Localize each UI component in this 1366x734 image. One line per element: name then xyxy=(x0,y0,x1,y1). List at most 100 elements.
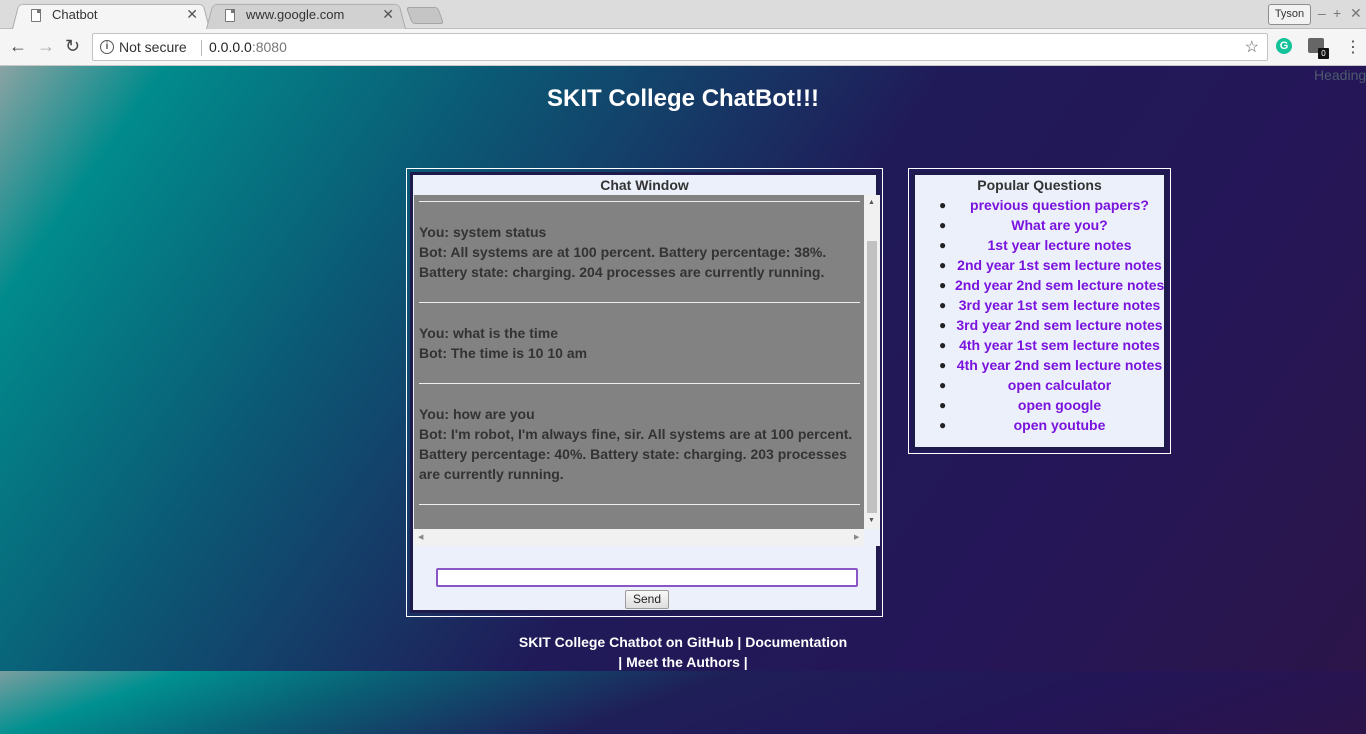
message-pair: You: what is the time Bot: The time is 1… xyxy=(414,303,864,383)
question-link[interactable]: 3rd year 1st sem lecture notes xyxy=(955,295,1164,315)
question-link[interactable]: previous question papers? xyxy=(955,195,1164,215)
question-link[interactable]: 1st year lecture notes xyxy=(955,235,1164,255)
scroll-right-icon[interactable]: ▶ xyxy=(854,533,859,541)
popular-question-item: ● 3rd year 2nd sem lecture notes xyxy=(915,315,1164,335)
bullet-icon: ● xyxy=(939,398,947,412)
horizontal-scrollbar[interactable]: ◀ ▶ xyxy=(414,529,864,546)
scroll-left-icon[interactable]: ◀ xyxy=(418,533,423,541)
popular-question-item: ● open calculator xyxy=(915,375,1164,395)
chat-window: Chat Window You: system status Bot: All … xyxy=(406,168,883,617)
close-tab-icon[interactable]: ✕ xyxy=(186,6,198,23)
page-icon xyxy=(31,9,41,22)
bot-message: Bot: The time is 10 10 am xyxy=(419,345,588,361)
popular-questions-title: Popular Questions xyxy=(977,177,1102,193)
bullet-icon: ● xyxy=(939,378,947,392)
page-lower-band xyxy=(0,671,1366,734)
vertical-scrollbar[interactable]: ▲ ▼ xyxy=(864,195,880,529)
close-window-icon[interactable]: ✕ xyxy=(1350,5,1362,22)
bot-message: Bot: All systems are at 100 percent. Bat… xyxy=(419,244,827,280)
bullet-icon: ● xyxy=(939,278,947,292)
bullet-icon: ● xyxy=(939,338,947,352)
scroll-down-icon[interactable]: ▼ xyxy=(868,517,875,524)
chat-window-inner: Chat Window You: system status Bot: All … xyxy=(410,172,880,613)
tab-title: Chatbot xyxy=(52,7,98,22)
chat-input[interactable] xyxy=(436,568,858,587)
popular-question-item: ● open youtube xyxy=(915,415,1164,435)
tab-strip: Chatbot ✕ www.google.com ✕ Tyson – + ✕ xyxy=(0,0,1366,30)
bullet-icon: ● xyxy=(939,218,947,232)
footer-separator: | xyxy=(739,654,748,670)
back-arrow-icon[interactable]: ← xyxy=(9,35,27,57)
popular-question-item: ● What are you? xyxy=(915,215,1164,235)
question-link[interactable]: 4th year 1st sem lecture notes xyxy=(955,335,1164,355)
send-button[interactable]: Send xyxy=(625,590,669,609)
forward-arrow-icon[interactable]: → xyxy=(37,35,55,57)
reload-icon[interactable]: ↻ xyxy=(65,35,80,57)
url-port: :8080 xyxy=(251,39,287,55)
popular-question-item: ● 4th year 2nd sem lecture notes xyxy=(915,355,1164,375)
info-icon[interactable]: i xyxy=(100,40,114,54)
divider xyxy=(201,40,202,56)
documentation-link[interactable]: Documentation xyxy=(745,634,847,650)
footer-separator: | xyxy=(618,654,627,670)
popular-question-item: ● 1st year lecture notes xyxy=(915,235,1164,255)
chat-window-title: Chat Window xyxy=(600,177,689,193)
popular-question-item: ● 4th year 1st sem lecture notes xyxy=(915,335,1164,355)
message-pair: You: how are you Bot: I'm robot, I'm alw… xyxy=(414,384,864,504)
bot-message: Bot: I'm robot, I'm always fine, sir. Al… xyxy=(419,426,853,482)
chat-log-view: You: system status Bot: All systems are … xyxy=(414,195,864,529)
menu-dots-icon[interactable]: ⋮ xyxy=(1345,37,1361,57)
grammarly-extension-icon[interactable]: G xyxy=(1276,38,1292,54)
question-link[interactable]: 4th year 2nd sem lecture notes xyxy=(955,355,1164,375)
extension-badge: 0 xyxy=(1318,48,1329,59)
message-pair: You: system status Bot: All systems are … xyxy=(414,202,864,302)
question-link[interactable]: open google xyxy=(955,395,1164,415)
tab-title: www.google.com xyxy=(246,7,345,22)
popular-question-item: ● 2nd year 2nd sem lecture notes xyxy=(915,275,1164,295)
browser-toolbar: ← → ↻ i Not secure 0.0.0.0:8080 ☆ G 0 ⋮ xyxy=(0,29,1366,66)
bookmark-star-icon[interactable]: ☆ xyxy=(1245,37,1259,57)
user-message: You: system status xyxy=(419,224,547,240)
github-link[interactable]: SKIT College Chatbot on GitHub xyxy=(519,634,734,650)
url-text[interactable]: 0.0.0.0:8080 xyxy=(209,39,287,55)
profile-button[interactable]: Tyson xyxy=(1268,4,1311,25)
minimize-icon[interactable]: – xyxy=(1318,5,1326,21)
tab-chatbot[interactable]: Chatbot ✕ xyxy=(12,2,210,30)
popular-question-item: ● 3rd year 1st sem lecture notes xyxy=(915,295,1164,315)
question-link[interactable]: open youtube xyxy=(955,415,1164,435)
popular-questions: Popular Questions ● previous question pap… xyxy=(908,168,1171,454)
new-tab-button[interactable] xyxy=(405,7,445,24)
question-link[interactable]: open calculator xyxy=(955,375,1164,395)
bullet-icon: ● xyxy=(939,258,947,272)
maximize-icon[interactable]: + xyxy=(1333,5,1341,21)
page-title: SKIT College ChatBot!!! xyxy=(547,85,819,112)
popular-question-item: ● 2nd year 1st sem lecture notes xyxy=(915,255,1164,275)
popular-questions-inner: Popular Questions ● previous question pap… xyxy=(912,172,1167,450)
user-message: You: how are you xyxy=(419,406,535,422)
question-link[interactable]: 2nd year 2nd sem lecture notes xyxy=(955,275,1164,295)
popular-questions-list: ● previous question papers? ● What are you… xyxy=(915,195,1164,435)
footer-line-2: | Meet the Authors | xyxy=(0,652,1366,672)
security-label[interactable]: Not secure xyxy=(119,39,187,55)
authors-link[interactable]: Meet the Authors xyxy=(626,654,740,670)
address-bar[interactable]: i Not secure 0.0.0.0:8080 ☆ xyxy=(92,33,1268,61)
scroll-up-icon[interactable]: ▲ xyxy=(868,199,875,206)
bullet-icon: ● xyxy=(939,298,947,312)
page-background: Heading SKIT College ChatBot!!! Chat Win… xyxy=(0,66,1366,734)
footer: SKIT College Chatbot on GitHub | Documen… xyxy=(0,632,1366,672)
scrollbar-thumb[interactable] xyxy=(867,241,877,513)
question-link[interactable]: 3rd year 2nd sem lecture notes xyxy=(955,315,1164,335)
question-link[interactable]: What are you? xyxy=(955,215,1164,235)
message-list: You: system status Bot: All systems are … xyxy=(414,201,864,505)
page-icon xyxy=(225,9,235,22)
ghost-heading: Heading xyxy=(1314,67,1366,83)
bullet-icon: ● xyxy=(939,318,947,332)
footer-separator: | xyxy=(733,634,746,650)
message-divider xyxy=(419,504,860,505)
tab-google[interactable]: www.google.com ✕ xyxy=(206,2,406,30)
bullet-icon: ● xyxy=(939,418,947,432)
chat-log[interactable]: You: system status Bot: All systems are … xyxy=(414,195,880,546)
footer-line-1: SKIT College Chatbot on GitHub | Documen… xyxy=(0,632,1366,652)
question-link[interactable]: 2nd year 1st sem lecture notes xyxy=(955,255,1164,275)
close-tab-icon[interactable]: ✕ xyxy=(382,6,394,23)
